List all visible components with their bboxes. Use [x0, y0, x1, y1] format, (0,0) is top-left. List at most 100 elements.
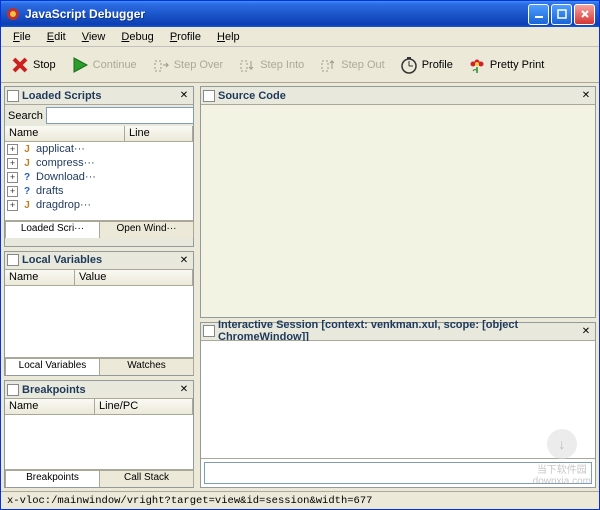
panel-title: Loaded Scripts	[22, 90, 177, 102]
col-name[interactable]: Name	[5, 126, 125, 141]
menu-edit[interactable]: Edit	[39, 29, 74, 45]
list-item[interactable]: +?Download···	[5, 170, 193, 184]
menu-profile[interactable]: Profile	[162, 29, 209, 45]
pretty-print-button[interactable]: Pretty Print	[462, 52, 549, 78]
status-text: x-vloc:/mainwindow/vright?target=view&id…	[7, 495, 372, 507]
search-label: Search	[8, 110, 43, 122]
search-input[interactable]	[46, 107, 194, 124]
maximize-button[interactable]	[551, 4, 572, 25]
content-area: Loaded Scripts ✕ Search Name Line +Jappl…	[1, 83, 599, 491]
application-window: JavaScript Debugger File Edit View Debug…	[0, 0, 600, 510]
panel-close-button[interactable]: ✕	[177, 253, 191, 267]
list-item[interactable]: +?drafts	[5, 184, 193, 198]
toolbar: Stop Continue Step Over Step Into Step O…	[1, 47, 599, 83]
panel-title: Source Code	[218, 90, 579, 102]
menu-debug[interactable]: Debug	[113, 29, 161, 45]
stop-icon	[10, 55, 30, 75]
panel-title: Breakpoints	[22, 384, 177, 396]
session-output[interactable]	[201, 341, 595, 459]
expand-icon[interactable]: +	[7, 144, 18, 155]
close-button[interactable]	[574, 4, 595, 25]
play-icon	[70, 55, 90, 75]
session-input-row	[201, 459, 595, 487]
panel-tabs: Local Variables Watches	[5, 357, 193, 375]
session-input[interactable]	[204, 462, 592, 484]
step-over-button[interactable]: Step Over	[146, 52, 229, 78]
panel-header[interactable]: Loaded Scripts ✕	[5, 87, 193, 105]
continue-button[interactable]: Continue	[65, 52, 142, 78]
profile-button[interactable]: Profile	[394, 52, 458, 78]
local-vars-body[interactable]	[5, 286, 193, 357]
window-title: JavaScript Debugger	[25, 7, 528, 21]
col-linepc[interactable]: Line/PC	[95, 399, 193, 414]
search-row: Search	[5, 105, 193, 126]
stop-button[interactable]: Stop	[5, 52, 61, 78]
panel-close-button[interactable]: ✕	[177, 89, 191, 103]
panel-close-button[interactable]: ✕	[579, 324, 593, 338]
panel-header[interactable]: Interactive Session [context: venkman.xu…	[201, 323, 595, 341]
clock-icon	[399, 55, 419, 75]
unknown-file-icon: ?	[21, 171, 33, 183]
col-name[interactable]: Name	[5, 399, 95, 414]
window-controls	[528, 4, 595, 25]
panel-header[interactable]: Source Code ✕	[201, 87, 595, 105]
tab-loaded-scripts[interactable]: Loaded Scri···	[5, 221, 100, 238]
source-code-panel: Source Code ✕	[200, 86, 596, 318]
menu-file[interactable]: File	[5, 29, 39, 45]
tab-open-windows[interactable]: Open Wind···	[99, 221, 194, 238]
expand-icon[interactable]: +	[7, 172, 18, 183]
panel-header[interactable]: Breakpoints ✕	[5, 381, 193, 399]
column-headers: Name Line	[5, 126, 193, 142]
menu-help[interactable]: Help	[209, 29, 248, 45]
minimize-button[interactable]	[528, 4, 549, 25]
panel-tabs: Breakpoints Call Stack	[5, 469, 193, 487]
app-icon	[5, 6, 21, 22]
panel-close-button[interactable]: ✕	[579, 89, 593, 103]
right-column: Source Code ✕ Interactive Session [conte…	[197, 83, 599, 491]
flower-icon	[467, 55, 487, 75]
tab-breakpoints[interactable]: Breakpoints	[5, 470, 100, 487]
column-headers: Name Line/PC	[5, 399, 193, 415]
list-item[interactable]: +Japplicat···	[5, 142, 193, 156]
local-variables-panel: Local Variables ✕ Name Value Local Varia…	[4, 251, 194, 376]
col-name[interactable]: Name	[5, 270, 75, 285]
panel-title: Interactive Session [context: venkman.xu…	[218, 319, 579, 343]
panel-checkbox[interactable]	[7, 384, 19, 396]
js-file-icon: J	[21, 157, 33, 169]
panel-checkbox[interactable]	[7, 90, 19, 102]
step-out-icon	[318, 55, 338, 75]
title-bar[interactable]: JavaScript Debugger	[1, 1, 599, 27]
tab-local-variables[interactable]: Local Variables	[5, 358, 100, 375]
interactive-session-panel: Interactive Session [context: venkman.xu…	[200, 322, 596, 488]
expand-icon[interactable]: +	[7, 186, 18, 197]
loaded-scripts-panel: Loaded Scripts ✕ Search Name Line +Jappl…	[4, 86, 194, 247]
panel-checkbox[interactable]	[7, 254, 19, 266]
status-bar: x-vloc:/mainwindow/vright?target=view&id…	[1, 491, 599, 509]
unknown-file-icon: ?	[21, 185, 33, 197]
step-into-button[interactable]: Step Into	[232, 52, 309, 78]
panel-checkbox[interactable]	[203, 325, 215, 337]
panel-header[interactable]: Local Variables ✕	[5, 252, 193, 270]
panel-close-button[interactable]: ✕	[177, 383, 191, 397]
step-out-button[interactable]: Step Out	[313, 52, 389, 78]
tab-watches[interactable]: Watches	[99, 358, 194, 375]
breakpoints-body[interactable]	[5, 415, 193, 469]
col-line[interactable]: Line	[125, 126, 193, 141]
list-item[interactable]: +Jcompress···	[5, 156, 193, 170]
js-file-icon: J	[21, 143, 33, 155]
js-file-icon: J	[21, 199, 33, 211]
scripts-list[interactable]: +Japplicat··· +Jcompress··· +?Download··…	[5, 142, 193, 220]
breakpoints-panel: Breakpoints ✕ Name Line/PC Breakpoints C…	[4, 380, 194, 488]
panel-checkbox[interactable]	[203, 90, 215, 102]
step-over-icon	[151, 55, 171, 75]
expand-icon[interactable]: +	[7, 158, 18, 169]
panel-tabs: Loaded Scri··· Open Wind···	[5, 220, 193, 238]
panel-title: Local Variables	[22, 254, 177, 266]
col-value[interactable]: Value	[75, 270, 193, 285]
column-headers: Name Value	[5, 270, 193, 286]
tab-call-stack[interactable]: Call Stack	[99, 470, 194, 487]
list-item[interactable]: +Jdragdrop···	[5, 198, 193, 212]
menu-view[interactable]: View	[74, 29, 114, 45]
expand-icon[interactable]: +	[7, 200, 18, 211]
source-code-body[interactable]	[201, 105, 595, 317]
